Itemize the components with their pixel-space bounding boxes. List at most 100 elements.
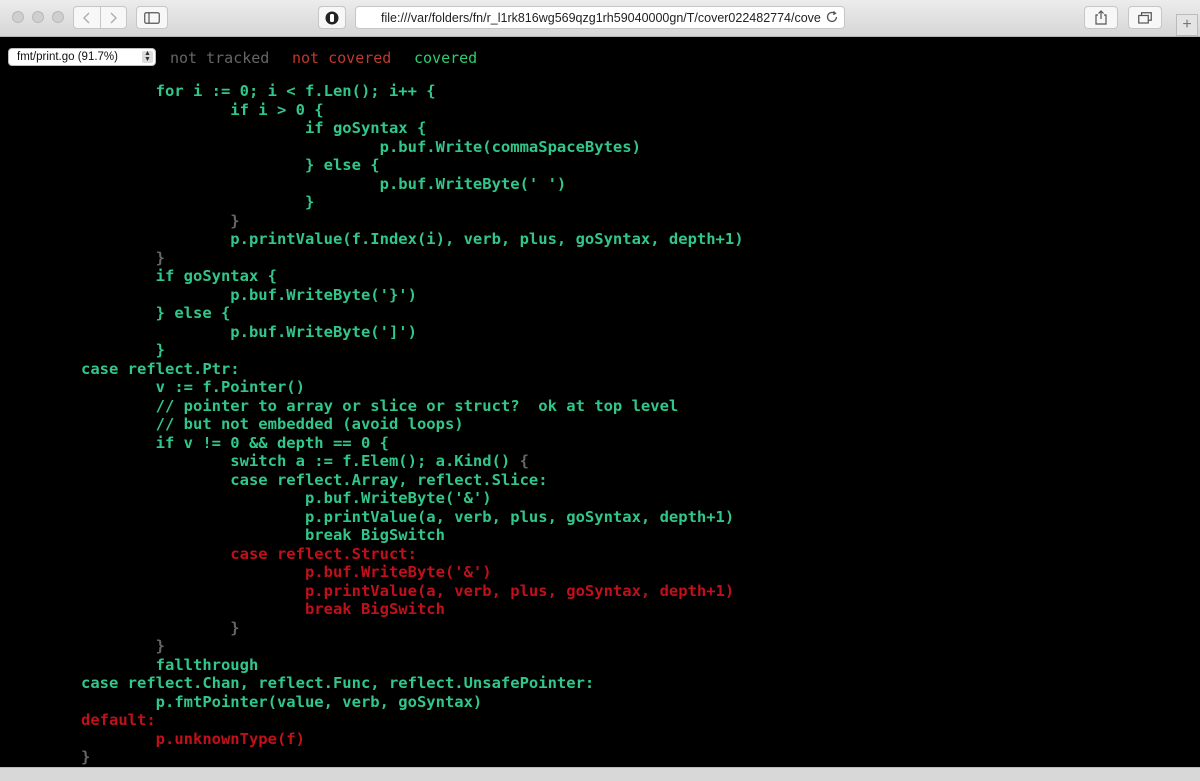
code-line: p.buf.WriteByte('&') xyxy=(81,489,744,508)
code-segment: // but not embedded (avoid loops) xyxy=(81,415,464,433)
code-line: } xyxy=(81,341,744,360)
code-line: case reflect.Chan, reflect.Func, reflect… xyxy=(81,674,744,693)
code-segment: case reflect.Struct: xyxy=(81,544,417,563)
legend-not-covered: not covered xyxy=(292,49,392,67)
code-line: p.printValue(a, verb, plus, goSyntax, de… xyxy=(81,582,744,601)
chevron-left-icon xyxy=(82,11,90,24)
code-line: break BigSwitch xyxy=(81,600,744,619)
code-segment: switch a := f.Elem(); a.Kind() xyxy=(81,452,520,470)
code-segment: for i := 0; i < f.Len(); i++ { xyxy=(81,82,436,100)
code-segment: default: xyxy=(81,711,156,729)
code-segment: case reflect.Array, reflect.Slice: xyxy=(81,470,548,489)
code-segment: p.printValue(a, verb, plus, goSyntax, de… xyxy=(81,507,735,526)
code-line: switch a := f.Elem(); a.Kind() { xyxy=(81,452,744,471)
code-line: p.fmtPointer(value, verb, goSyntax) xyxy=(81,693,744,712)
code-line: // pointer to array or slice or struct? … xyxy=(81,397,744,416)
window-close-button[interactable] xyxy=(12,11,24,23)
sidebar-icon xyxy=(144,11,160,24)
code-segment: case reflect.Chan, reflect.Func, reflect… xyxy=(81,674,595,692)
code-segment: p.buf.WriteByte('&') xyxy=(81,489,492,507)
code-segment: } xyxy=(81,211,240,230)
sidebar-toggle-button[interactable] xyxy=(136,6,168,29)
code-line: break BigSwitch xyxy=(81,526,744,545)
code-segment: } xyxy=(81,341,165,359)
code-segment: if goSyntax { xyxy=(81,119,427,137)
code-segment: } xyxy=(81,248,165,267)
code-segment: } else { xyxy=(81,304,231,322)
window-zoom-button[interactable] xyxy=(52,11,64,23)
show-tabs-button[interactable] xyxy=(1128,6,1162,29)
code-segment: case reflect.Ptr: xyxy=(81,359,240,378)
code-line: } else { xyxy=(81,156,744,175)
tabs-icon xyxy=(1138,11,1152,24)
code-segment: } xyxy=(81,637,165,655)
share-icon xyxy=(1095,10,1107,25)
legend-covered: covered xyxy=(414,49,478,67)
code-segment: p.printValue(a, verb, plus, goSyntax, de… xyxy=(81,581,735,600)
code-line: case reflect.Struct: xyxy=(81,545,744,564)
window-minimize-button[interactable] xyxy=(32,11,44,23)
reload-button[interactable] xyxy=(825,10,839,29)
browser-toolbar: file:///var/folders/fn/r_l1rk816wg569qzg… xyxy=(0,0,1200,37)
url-text: file:///var/folders/fn/r_l1rk816wg569qzg… xyxy=(381,11,821,25)
code-segment: } xyxy=(81,193,315,211)
nav-buttons xyxy=(73,6,127,29)
code-segment: } xyxy=(81,618,240,637)
code-segment: p.printValue(f.Index(i), verb, plus, goS… xyxy=(81,230,744,248)
code-line: p.buf.WriteByte('}') xyxy=(81,286,744,305)
code-segment: if v != 0 && depth == 0 { xyxy=(81,433,389,452)
code-line: for i := 0; i < f.Len(); i++ { xyxy=(81,82,744,101)
code-line: p.buf.Write(commaSpaceBytes) xyxy=(81,138,744,157)
file-select[interactable]: fmt/print.go (91.7%) ▲ ▼ xyxy=(8,48,156,66)
code-line: } xyxy=(81,637,744,656)
code-line: } xyxy=(81,619,744,638)
code-line: case reflect.Array, reflect.Slice: xyxy=(81,471,744,490)
code-line: p.buf.WriteByte('&') xyxy=(81,563,744,582)
forward-button[interactable] xyxy=(99,7,127,28)
code-line: if goSyntax { xyxy=(81,267,744,286)
code-segment: p.buf.Write(commaSpaceBytes) xyxy=(81,137,641,156)
code-segment: p.unknownType(f) xyxy=(81,729,305,748)
shield-icon xyxy=(325,11,339,24)
code-line: fallthrough xyxy=(81,656,744,675)
code-segment: break BigSwitch xyxy=(81,600,445,618)
code-line: v := f.Pointer() xyxy=(81,378,744,397)
code-segment: p.fmtPointer(value, verb, goSyntax) xyxy=(81,692,483,711)
file-select-value: fmt/print.go (91.7%) xyxy=(17,51,118,63)
code-segment: fallthrough xyxy=(81,655,259,674)
share-button[interactable] xyxy=(1084,6,1118,29)
code-line: } xyxy=(81,212,744,231)
code-line: case reflect.Ptr: xyxy=(81,360,744,379)
legend-not-tracked: not tracked xyxy=(170,49,270,67)
code-segment: p.buf.WriteByte(' ') xyxy=(81,174,567,193)
code-segment: // pointer to array or slice or struct? … xyxy=(81,396,679,415)
code-line: if i > 0 { xyxy=(81,101,744,120)
code-line: } xyxy=(81,193,744,212)
reload-icon xyxy=(826,11,838,23)
coverage-topbar: fmt/print.go (91.7%) ▲ ▼ not tracked not … xyxy=(0,37,1200,73)
code-segment: } xyxy=(81,748,91,766)
code-line: p.buf.WriteByte(']') xyxy=(81,323,744,342)
address-bar[interactable]: file:///var/folders/fn/r_l1rk816wg569qzg… xyxy=(355,6,845,29)
select-arrows-icon: ▲ ▼ xyxy=(142,50,153,63)
code-segment: } else { xyxy=(81,156,380,174)
code-line: if v != 0 && depth == 0 { xyxy=(81,434,744,453)
code-segment: { xyxy=(519,452,529,470)
new-tab-button[interactable]: + xyxy=(1176,14,1198,36)
back-button[interactable] xyxy=(74,7,100,28)
code-segment: p.buf.WriteByte('}') xyxy=(81,285,417,304)
code-line: if goSyntax { xyxy=(81,119,744,138)
code-line: } xyxy=(81,748,744,767)
code-segment: p.buf.WriteByte('&') xyxy=(81,563,492,581)
code-segment: if i > 0 { xyxy=(81,100,324,119)
code-line: p.unknownType(f) xyxy=(81,730,744,749)
code-segment: if goSyntax { xyxy=(81,267,277,285)
plus-icon: + xyxy=(1182,16,1192,33)
window-bottom-edge xyxy=(0,767,1200,781)
code-line: p.printValue(f.Index(i), verb, plus, goS… xyxy=(81,230,744,249)
extension-button[interactable] xyxy=(318,6,346,29)
code-line: } xyxy=(81,249,744,268)
code-line: p.buf.WriteByte(' ') xyxy=(81,175,744,194)
code-segment: break BigSwitch xyxy=(81,526,445,544)
source-code: for i := 0; i < f.Len(); i++ { if i > 0 … xyxy=(81,82,744,767)
